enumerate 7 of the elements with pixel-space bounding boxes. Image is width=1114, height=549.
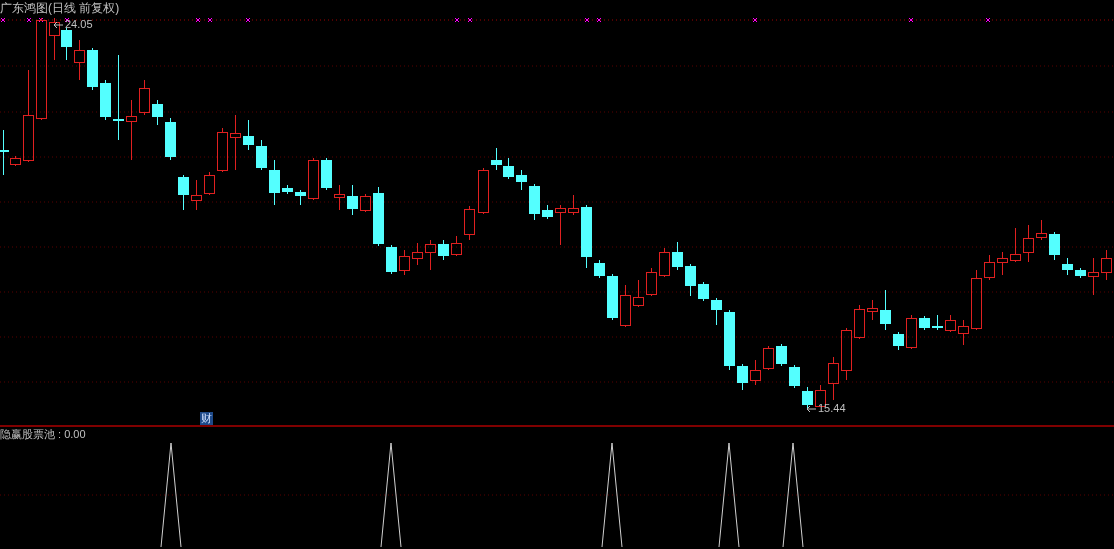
low-price-label: 15.44 [818,402,846,415]
arrow-icon [805,404,817,413]
high-price-label: 24.05 [65,18,93,31]
chart-title: 广东鸿图(日线 前复权) [0,0,120,16]
event-marker[interactable]: 财 [200,412,213,425]
indicator-label: 隐赢股票池 : 0.00 [0,427,86,441]
arrow-icon [52,20,64,29]
